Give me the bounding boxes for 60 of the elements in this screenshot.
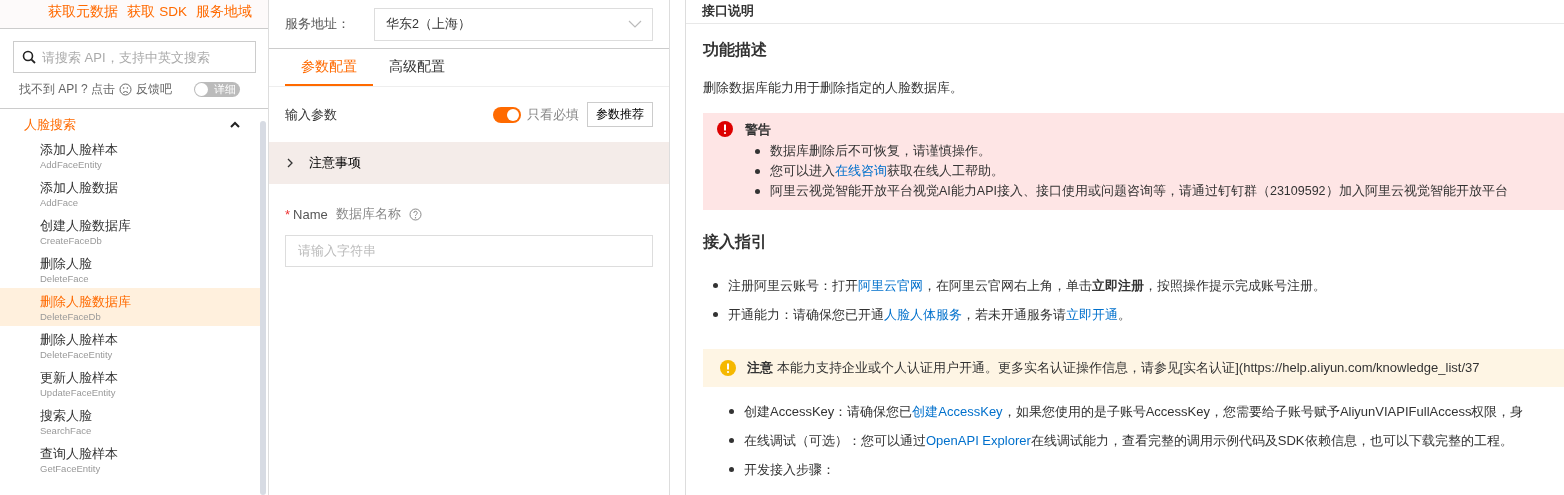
api-list-item[interactable]: 查询人脸样本 GetFaceEntity xyxy=(0,440,260,478)
bullet-dot xyxy=(713,312,718,317)
api-list-item[interactable]: 更新人脸样本 UpdateFaceEntity xyxy=(0,364,260,402)
bullet-dot xyxy=(713,283,718,288)
field-label: Name xyxy=(293,207,328,222)
doc-link[interactable]: 创建AccessKey xyxy=(912,404,1003,419)
doc-text: 您可以进入在线咨询获取在线人工帮助。 xyxy=(770,163,1004,180)
toggle-label: 只看必填 xyxy=(527,105,579,124)
section-heading: 功能描述 xyxy=(703,40,768,60)
doc-text: 阿里云视觉智能开放平台视觉AI能力API接入、接口使用或问题咨询等，请通过钉钉群（23109592）加入阿里云视觉智能开放平台 xyxy=(770,183,1508,200)
service-label: 服务地址： xyxy=(285,15,350,33)
doc-link[interactable]: 立即开通 xyxy=(1066,307,1118,322)
doc-text: 删除数据库能力用于删除指定的人脸数据库。 xyxy=(703,79,964,97)
service-select[interactable]: 华东2（上海） xyxy=(374,7,653,41)
doc-text: 开通能力：请确保您已开通人脸人体服务，若未开通服务请立即开通。 xyxy=(728,306,1131,324)
help-icon xyxy=(408,208,422,221)
api-list-item[interactable]: 删除人脸样本 DeleteFaceEntity xyxy=(0,326,260,364)
api-list-item[interactable]: 添加人脸样本 AddFaceEntity xyxy=(0,136,260,174)
search-field[interactable]: 请搜索 API，支持中英文搜索 xyxy=(13,41,256,73)
feedback-link[interactable]: 反馈吧 xyxy=(136,81,173,98)
doc-text: 数据库删除后不可恢复，请谨慎操作。 xyxy=(770,143,991,160)
name-input-field[interactable]: 请输入字符串 xyxy=(285,235,653,267)
bullet-dot xyxy=(755,188,760,194)
doc-text: 开发接入步骤： xyxy=(744,461,835,479)
api-list-item[interactable]: 添加人脸数据 AddFace xyxy=(0,174,260,212)
section-label: 输入参数 xyxy=(285,105,338,124)
doc-text: 注意 本能力支持企业或个人认证用户开通。更多实名认证操作信息，请参见[实名认证](https://help.aliyun.com/knowledge_list/37 xyxy=(747,359,1480,377)
doc-text: 注册阿里云账号：打开阿里云官网，在阿里云官网右上角，单击立即注册，按照操作提示完成账号注册。 xyxy=(728,277,1326,295)
bullet-dot xyxy=(755,168,760,174)
bullet-dot xyxy=(729,438,734,443)
doc-text: 创建AccessKey：请确保您已创建AccessKey，如果您使用的是子账号AccessKey，您需要给子账号赋予AliyunVIAPIFullAccess权限，身 xyxy=(744,403,1524,421)
chevron-right-icon xyxy=(285,158,295,168)
warning-title: 警告 xyxy=(745,121,772,139)
bullet-dot xyxy=(755,148,760,154)
doc-link[interactable]: 人脸人体服务 xyxy=(884,307,962,322)
doc-link[interactable]: 阿里云官网 xyxy=(858,278,923,293)
api-list-item[interactable]: 搜索人脸 SearchFace xyxy=(0,402,260,440)
chevron-up-icon xyxy=(230,121,240,129)
recommend-button[interactable]: 参数推荐 xyxy=(587,102,653,127)
panel-title: 接口说明 xyxy=(686,0,1564,24)
required-mark: * xyxy=(285,207,291,222)
search-icon xyxy=(22,50,36,64)
sad-face-icon xyxy=(119,83,133,96)
warning-icon xyxy=(720,360,736,376)
required-only-toggle[interactable] xyxy=(493,106,521,123)
scrollbar[interactable] xyxy=(260,121,266,495)
doc-link[interactable]: OpenAPI Explorer xyxy=(926,433,1031,448)
chevron-down-icon xyxy=(628,20,642,28)
config-tab[interactable]: 高级配置 xyxy=(373,49,461,86)
field-description: 数据库名称 xyxy=(335,206,401,223)
api-list-item[interactable]: 删除人脸 DeleteFace xyxy=(0,250,260,288)
feedback-hint: 找不到 API ? 点击 xyxy=(19,81,116,98)
doc-link[interactable]: 在线咨询 xyxy=(835,164,887,178)
section-heading: 接入指引 xyxy=(703,232,768,252)
bullet-dot xyxy=(729,409,734,414)
doc-text: 在线调试（可选）：您可以通过OpenAPI Explorer在线调试能力，查看完整的调用示例代码及SDK依赖信息，也可以下载完整的工程。 xyxy=(744,432,1513,450)
error-icon xyxy=(717,121,733,137)
notes-collapse[interactable]: 注意事项 xyxy=(269,142,669,184)
bullet-dot xyxy=(729,467,734,472)
api-list-item[interactable]: 创建人脸数据库 CreateFaceDb xyxy=(0,212,260,250)
